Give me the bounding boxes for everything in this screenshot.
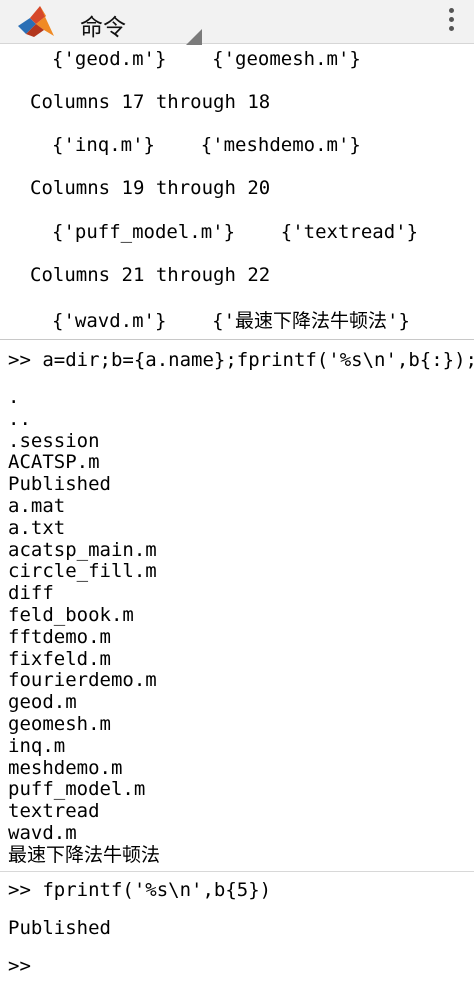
matlab-logo-icon [18, 6, 54, 37]
list-item: feld_book.m [8, 604, 134, 626]
list-item: wavd.m [8, 822, 77, 844]
list-item: Published [8, 473, 111, 496]
prompt[interactable]: >> [8, 955, 31, 977]
list-item: diff [8, 582, 54, 605]
app-bar: 命令 [0, 0, 474, 45]
list-item: fourierdemo.m [8, 669, 157, 692]
list-item: a.txt [8, 516, 66, 539]
output-line: Columns 21 through 22 [30, 264, 271, 286]
command-line: >> fprintf('%s\n',b{5}) [8, 879, 272, 901]
list-item: geomesh.m [8, 713, 111, 735]
output-line: Published [8, 917, 111, 939]
list-item: acatsp_main.m [8, 538, 157, 561]
list-item: circle_fill.m [8, 560, 157, 583]
list-item: . [8, 386, 20, 408]
dropdown-corner-icon[interactable] [186, 29, 202, 45]
list-item: .session [8, 429, 100, 452]
overflow-menu-icon[interactable] [442, 4, 460, 40]
list-item: puff_model.m [8, 778, 146, 801]
list-item: meshdemo.m [8, 756, 123, 779]
list-item: inq.m [8, 734, 66, 757]
list-item: 最速下降法牛顿法 [8, 843, 161, 866]
output-line: Columns 19 through 20 [30, 177, 271, 199]
list-item: geod.m [8, 691, 77, 714]
divider [0, 871, 474, 872]
list-item: textread [8, 800, 100, 823]
list-item: a.mat [8, 495, 66, 517]
page-title: 命令 [80, 15, 126, 41]
output-line: {'puff_model.m'} {'textread'} [52, 221, 419, 243]
list-item: ACATSP.m [8, 451, 100, 474]
output-line: {'geod.m'} {'geomesh.m'} [52, 48, 361, 70]
list-item: fixfeld.m [8, 647, 111, 670]
output-line: Columns 17 through 18 [30, 91, 271, 113]
command-window[interactable]: {'geod.m'} {'geomesh.m'} Columns 17 thro… [0, 44, 474, 985]
divider [0, 339, 474, 340]
command-line: >> a=dir;b={a.name};fprintf('%s\n',b{:})… [8, 349, 474, 371]
output-line: {'inq.m'} {'meshdemo.m'} [52, 134, 361, 156]
list-item: fftdemo.m [8, 625, 111, 648]
list-item: .. [8, 407, 31, 430]
output-line: {'wavd.m'} {'最速下降法牛顿法'} [52, 310, 410, 332]
